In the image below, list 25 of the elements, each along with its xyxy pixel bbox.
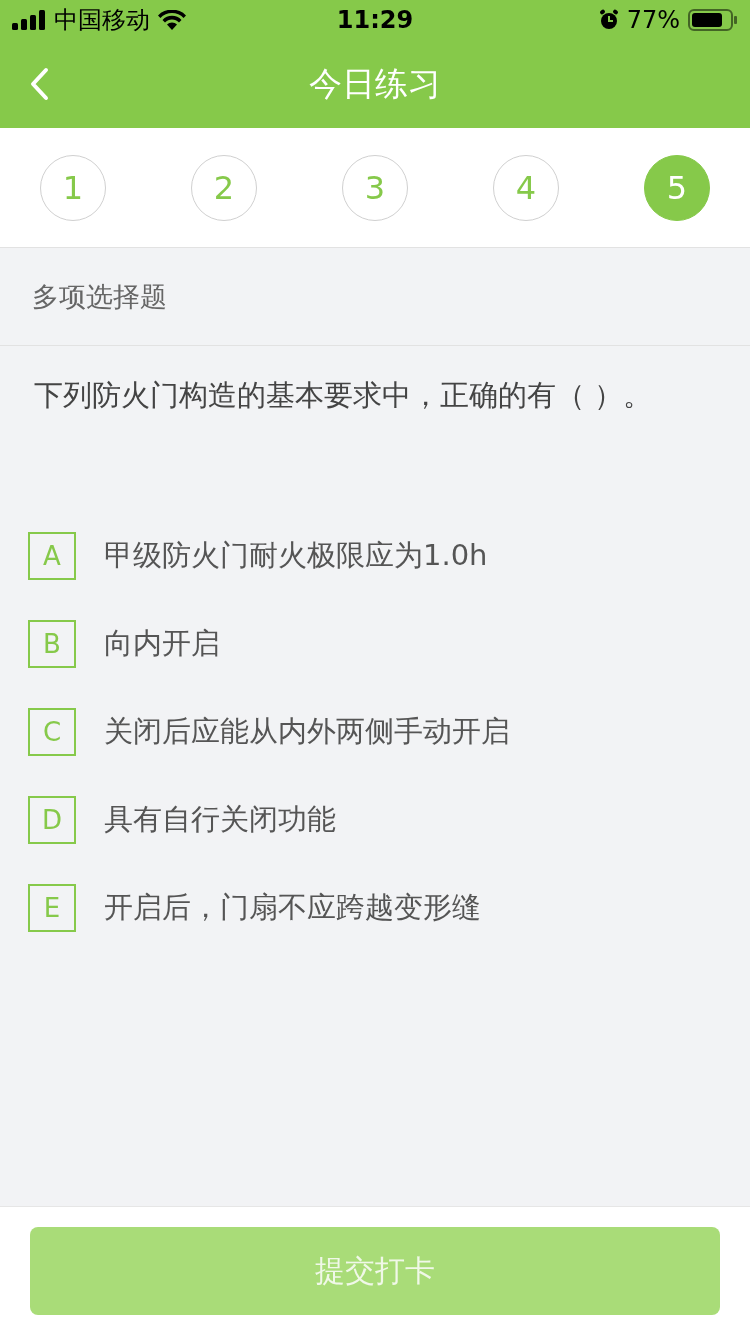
page-title: 今日练习 bbox=[309, 62, 441, 105]
battery-percentage: 77% bbox=[626, 6, 680, 34]
status-time: 11:29 bbox=[336, 6, 414, 34]
option-text[interactable]: 具有自行关闭功能 bbox=[104, 800, 336, 840]
question-type: 多项选择题 bbox=[0, 248, 750, 346]
option-text[interactable]: 关闭后应能从内外两侧手动开启 bbox=[104, 712, 510, 752]
question-number[interactable]: 4 bbox=[493, 154, 559, 221]
wifi-icon bbox=[158, 10, 186, 30]
question-number[interactable]: 1 bbox=[40, 154, 106, 221]
option-checkbox[interactable]: B bbox=[28, 620, 76, 668]
option-checkbox[interactable]: A bbox=[28, 532, 76, 580]
option-checkbox[interactable]: E bbox=[28, 884, 76, 932]
battery-icon bbox=[688, 9, 738, 31]
signal-icon bbox=[12, 10, 46, 30]
alarm-clock-icon bbox=[598, 9, 619, 31]
carrier-name: 中国移动 bbox=[54, 5, 150, 36]
option-checkbox[interactable]: C bbox=[28, 708, 76, 756]
option-text[interactable]: 向内开启 bbox=[104, 624, 220, 664]
option-text[interactable]: 开启后，门扇不应跨越变形缝 bbox=[104, 888, 481, 928]
question-text: 下列防火门构造的基本要求中，正确的有（ ）。 bbox=[33, 377, 654, 414]
question-number[interactable]: 5 bbox=[644, 154, 710, 221]
option-text[interactable]: 甲级防火门耐火极限应为1.0h bbox=[104, 536, 488, 576]
option-checkbox[interactable]: D bbox=[28, 796, 76, 844]
question-number[interactable]: 3 bbox=[342, 154, 408, 221]
question-number[interactable]: 2 bbox=[191, 154, 257, 221]
